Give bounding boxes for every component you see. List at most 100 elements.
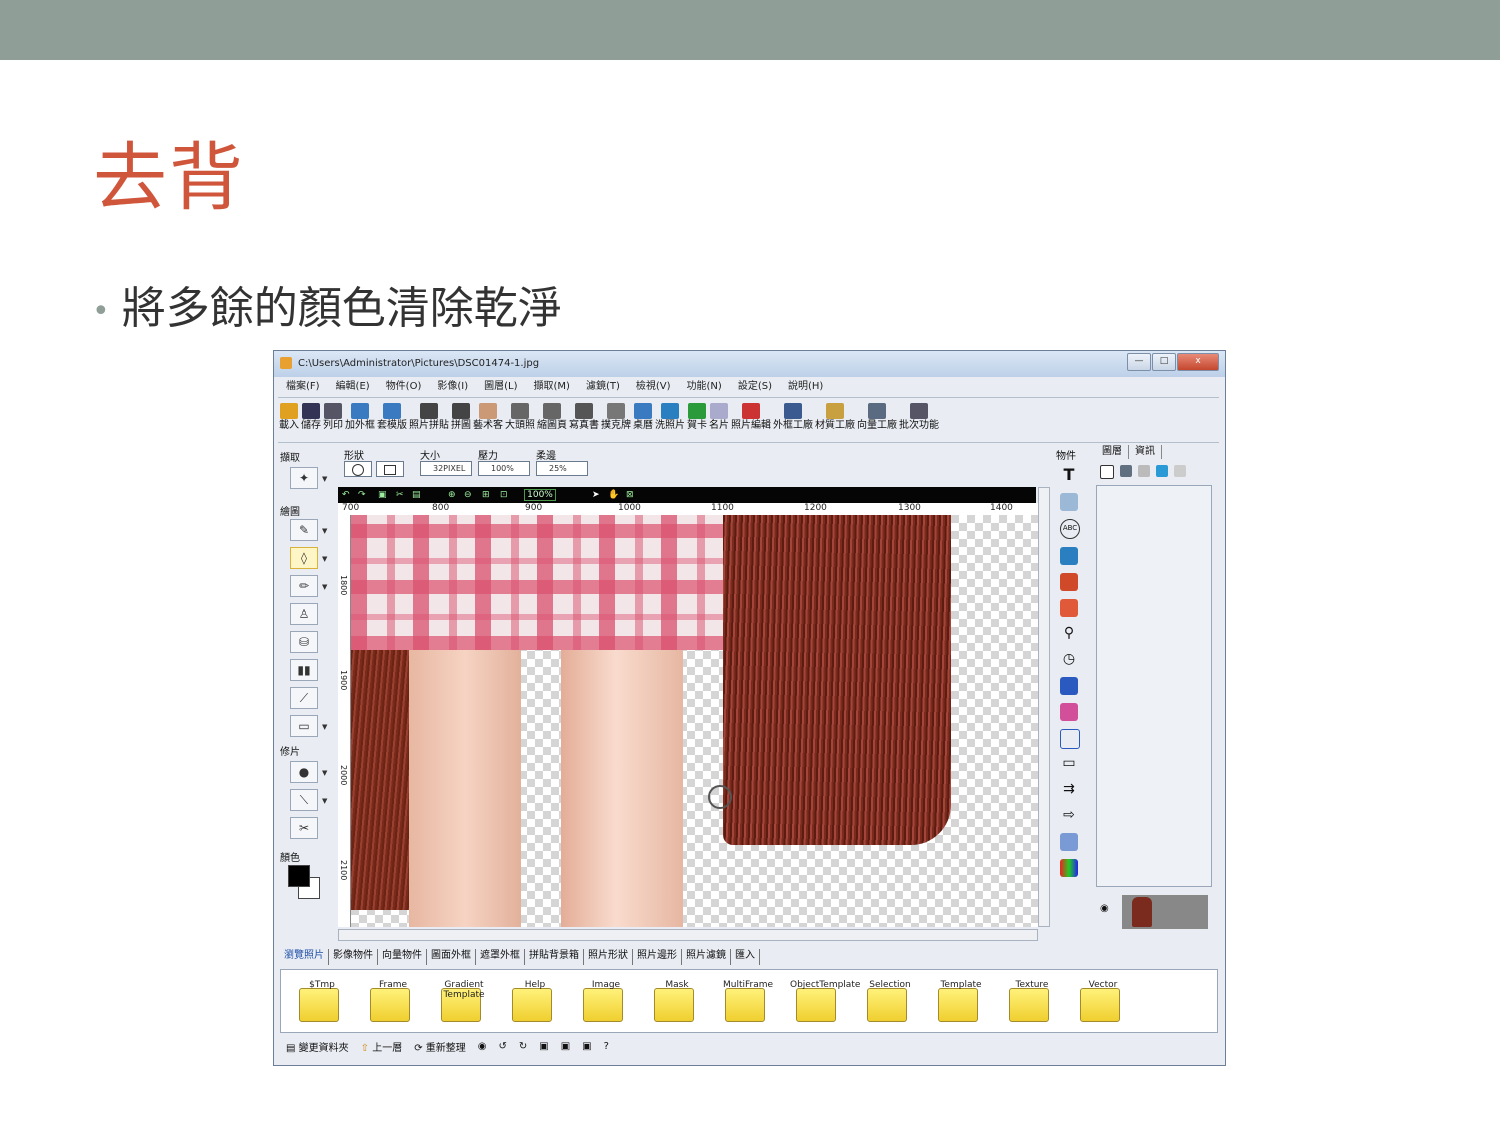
toolbar-button[interactable]: 縮圖頁 bbox=[536, 399, 568, 441]
chevron-down-icon[interactable]: ▼ bbox=[322, 797, 327, 805]
toolbar-button[interactable]: 加外框 bbox=[344, 399, 376, 441]
browser-tab[interactable]: 影像物件 bbox=[329, 949, 378, 965]
toolbar-button[interactable]: 名片 bbox=[708, 399, 730, 441]
smudge-tool[interactable]: ⟍ bbox=[290, 789, 318, 811]
toolbar-button[interactable]: 列印 bbox=[322, 399, 344, 441]
calendar-icon[interactable] bbox=[1060, 729, 1080, 749]
thumb-medium-icon[interactable]: ▣ bbox=[555, 1041, 576, 1052]
toolbar-button[interactable]: 套模版 bbox=[376, 399, 408, 441]
toolbar-button[interactable]: 賀卡 bbox=[686, 399, 708, 441]
browser-tab[interactable]: 照片濾鏡 bbox=[682, 949, 731, 965]
thumb-large-icon[interactable]: ▣ bbox=[576, 1041, 597, 1052]
menu-item[interactable]: 說明(H) bbox=[780, 379, 831, 395]
folder-item[interactable]: Gradient Template bbox=[435, 976, 495, 1026]
thumb-small-icon[interactable]: ▣ bbox=[533, 1041, 554, 1052]
menu-item[interactable]: 編輯(E) bbox=[328, 379, 378, 395]
cut-icon[interactable]: ✂ bbox=[396, 489, 404, 501]
arrows-icon[interactable]: ⇉ bbox=[1060, 781, 1078, 799]
text-tool-icon[interactable]: T bbox=[1060, 465, 1078, 484]
toolbar-button[interactable]: 大頭照 bbox=[504, 399, 536, 441]
magic-wand-tool[interactable]: ✦ bbox=[290, 467, 318, 489]
image-object-icon[interactable] bbox=[1060, 493, 1078, 511]
magnifier-icon[interactable]: ⚲ bbox=[1060, 625, 1078, 643]
square-shape-button[interactable] bbox=[376, 461, 404, 477]
eraser-tool[interactable]: ◊ bbox=[290, 547, 318, 569]
tab-layers[interactable]: 圖層 bbox=[1096, 445, 1129, 459]
folder-item[interactable]: Texture bbox=[1003, 976, 1063, 1026]
minimize-button[interactable]: — bbox=[1127, 353, 1151, 371]
fill-tool[interactable]: ⛁ bbox=[290, 631, 318, 653]
eyedropper-tool[interactable]: ⟋ bbox=[290, 687, 318, 709]
horizontal-scrollbar[interactable] bbox=[338, 929, 1038, 941]
undo-icon[interactable]: ↶ bbox=[342, 489, 350, 501]
chevron-down-icon[interactable]: ▼ bbox=[322, 769, 327, 777]
softness-spinner[interactable]: 25% bbox=[536, 461, 588, 476]
copy-icon[interactable]: ▣ bbox=[378, 489, 387, 501]
zoom-out-icon[interactable]: ⊖ bbox=[464, 489, 472, 501]
toolbar-button[interactable]: 洗照片 bbox=[654, 399, 686, 441]
rotate-right-icon[interactable]: ↻ bbox=[513, 1041, 533, 1052]
menu-item[interactable]: 擷取(M) bbox=[526, 379, 578, 395]
browser-tab[interactable]: 照片邊形 bbox=[633, 949, 682, 965]
toolbar-button[interactable]: 撲克牌 bbox=[600, 399, 632, 441]
eye-icon[interactable]: ◉ bbox=[1100, 903, 1109, 914]
folder-item[interactable]: Mask bbox=[648, 976, 708, 1026]
trash-icon[interactable] bbox=[1120, 465, 1132, 477]
vertical-scrollbar[interactable] bbox=[1038, 487, 1050, 927]
fit-window-icon[interactable]: ⊞ bbox=[482, 489, 490, 501]
monitor-icon[interactable] bbox=[1156, 465, 1168, 477]
new-layer-icon[interactable] bbox=[1100, 465, 1114, 479]
size-spinner[interactable]: 32PIXEL bbox=[420, 461, 472, 476]
redo-icon[interactable]: ↷ bbox=[358, 489, 366, 501]
help-button[interactable]: ? bbox=[598, 1041, 615, 1052]
tab-info[interactable]: 資訊 bbox=[1129, 445, 1162, 459]
color-grid-icon[interactable] bbox=[1060, 859, 1078, 877]
hand-icon[interactable]: ✋ bbox=[608, 489, 619, 501]
gradient-tool[interactable]: ▮▮ bbox=[290, 659, 318, 681]
rotate-left-icon[interactable]: ↺ bbox=[493, 1041, 513, 1052]
folder-item[interactable]: Selection bbox=[861, 976, 921, 1026]
menu-item[interactable]: 設定(S) bbox=[730, 379, 780, 395]
folder-item[interactable]: Template bbox=[932, 976, 992, 1026]
browser-tab[interactable]: 匯入 bbox=[731, 949, 760, 965]
browser-tab[interactable]: 遮罩外框 bbox=[476, 949, 525, 965]
menu-item[interactable]: 檔案(F) bbox=[278, 379, 328, 395]
chevron-down-icon[interactable]: ▼ bbox=[322, 723, 327, 731]
paste-icon[interactable]: ▤ bbox=[412, 489, 421, 501]
red-eye-tool[interactable]: ● bbox=[290, 761, 318, 783]
chevron-down-icon[interactable]: ▼ bbox=[322, 475, 327, 483]
arrow-shape-icon[interactable]: ⇨ bbox=[1060, 807, 1078, 825]
menu-item[interactable]: 濾鏡(T) bbox=[578, 379, 628, 395]
browser-tab[interactable]: 照片形狀 bbox=[584, 949, 633, 965]
multi-image-icon[interactable] bbox=[1060, 599, 1078, 617]
folder-item[interactable]: ObjectTemplate bbox=[790, 976, 860, 1026]
toolbar-button[interactable]: 儲存 bbox=[300, 399, 322, 441]
brush-tool[interactable]: ✎ bbox=[290, 519, 318, 541]
view-icon[interactable]: ◉ bbox=[472, 1041, 493, 1052]
image-canvas[interactable] bbox=[351, 515, 1038, 927]
close-button[interactable]: x bbox=[1177, 353, 1219, 371]
frame-object-icon[interactable] bbox=[1060, 547, 1078, 565]
refresh-button[interactable]: ⟳ 重新整理 bbox=[408, 1039, 472, 1054]
chevron-down-icon[interactable]: ▼ bbox=[322, 583, 327, 591]
vector-shape-icon[interactable] bbox=[1060, 833, 1078, 851]
browser-tab[interactable]: 拼貼背景箱 bbox=[525, 949, 584, 965]
toolbar-button[interactable]: 藝术客 bbox=[472, 399, 504, 441]
stamp-tool[interactable]: ♙ bbox=[290, 603, 318, 625]
up-level-button[interactable]: ⇧ 上一層 bbox=[355, 1039, 409, 1054]
pencil-tool[interactable]: ✏ bbox=[290, 575, 318, 597]
menu-item[interactable]: 物件(O) bbox=[378, 379, 430, 395]
toolbar-button[interactable]: 桌曆 bbox=[632, 399, 654, 441]
menu-item[interactable]: 功能(N) bbox=[679, 379, 730, 395]
merge-icon[interactable] bbox=[1174, 465, 1186, 477]
toolbar-button[interactable]: 向量工廠 bbox=[856, 399, 898, 441]
crop-icon[interactable]: ⊠ bbox=[626, 489, 634, 501]
folder-item[interactable]: $Tmp bbox=[293, 976, 353, 1026]
lock-icon[interactable] bbox=[1138, 465, 1150, 477]
maximize-button[interactable]: □ bbox=[1152, 353, 1176, 371]
menu-item[interactable]: 檢視(V) bbox=[628, 379, 679, 395]
chevron-down-icon[interactable]: ▼ bbox=[322, 527, 327, 535]
folder-item[interactable]: Frame bbox=[364, 976, 424, 1026]
toolbar-button[interactable]: 照片拼貼 bbox=[408, 399, 450, 441]
circle-shape-button[interactable] bbox=[344, 461, 372, 477]
